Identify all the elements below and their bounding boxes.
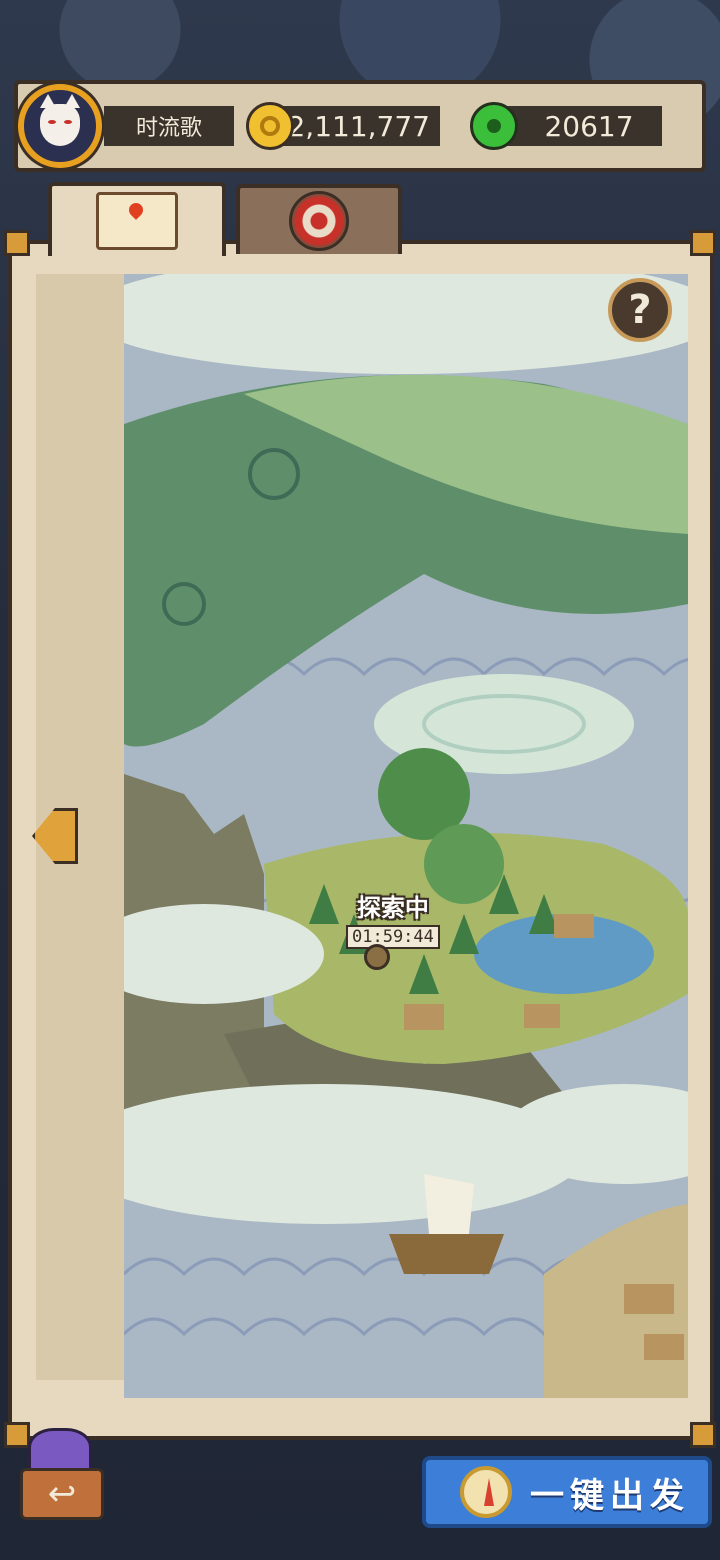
mask-eye: [64, 120, 72, 124]
back-button[interactable]: ↩: [14, 1428, 106, 1526]
jade-icon: [470, 102, 518, 150]
jade-count: 20617: [496, 106, 662, 146]
map-icon: [96, 192, 178, 250]
frame-corner: [690, 1422, 716, 1448]
tab-target[interactable]: [236, 184, 402, 254]
compass-icon: [460, 1466, 512, 1518]
map-view[interactable]: [124, 274, 688, 1398]
help-button[interactable]: ?: [608, 278, 672, 342]
target-icon: [289, 191, 349, 251]
tab-map[interactable]: [48, 182, 226, 256]
map-illustration: [124, 274, 688, 1398]
depart-all-button[interactable]: 一键出发: [422, 1456, 712, 1528]
back-arrow-icon: ↩: [20, 1468, 104, 1520]
player-name: 时流歌: [104, 106, 234, 146]
coin-icon: [246, 102, 294, 150]
fox-mask-icon: [40, 94, 80, 146]
coin-count: 12,111,777: [270, 106, 440, 146]
status-timer: 01:59:44: [346, 925, 440, 949]
depart-all-label: 一键出发: [530, 1475, 690, 1516]
mask-eye: [48, 120, 56, 124]
player-avatar[interactable]: [18, 84, 102, 168]
frame-corner: [690, 230, 716, 256]
frame-corner: [4, 230, 30, 256]
exploring-status[interactable]: 探索中 01:59:44: [346, 888, 440, 949]
location-pin-icon[interactable]: [364, 944, 390, 970]
status-title: 探索中: [356, 894, 429, 922]
